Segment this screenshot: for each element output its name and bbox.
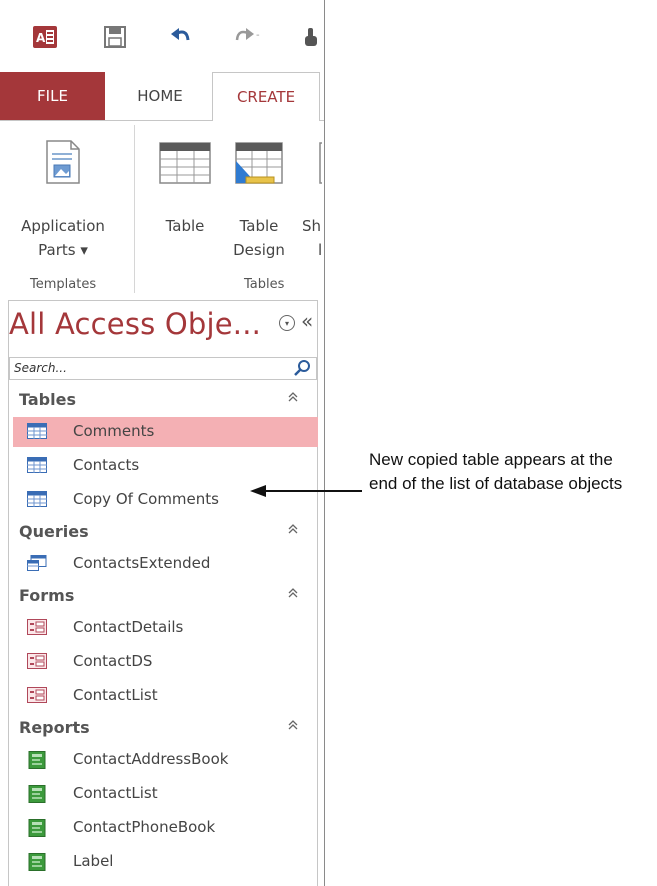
report-icon	[27, 853, 47, 871]
tab-file[interactable]: FILE	[0, 72, 105, 120]
sharepoint-lists-label-2: l	[318, 241, 323, 259]
nav-item-label: ContactDS	[73, 652, 153, 670]
undo-icon[interactable]	[166, 22, 196, 52]
save-icon[interactable]	[100, 22, 130, 52]
sharepoint-lists-label-1: Sh	[302, 217, 322, 235]
tables-group-label: Tables	[244, 277, 285, 292]
table-label: Table	[165, 217, 205, 235]
nav-item-label: ContactDetails	[73, 618, 184, 636]
templates-group-label: Templates	[30, 277, 97, 292]
nav-item-label: Contacts	[73, 456, 140, 474]
redo-icon[interactable]: -	[230, 22, 264, 52]
nav-item[interactable]: ContactList	[13, 681, 318, 711]
access-logo-icon[interactable]: A	[30, 22, 60, 52]
nav-item-label: ContactList	[73, 784, 158, 802]
search-input[interactable]: Search...	[9, 357, 317, 380]
nav-group-header-forms[interactable]: Forms	[9, 583, 317, 611]
table-icon	[27, 491, 47, 507]
form-icon	[27, 619, 47, 635]
nav-item[interactable]: Label	[13, 847, 318, 877]
nav-pane-title[interactable]: All Access Obje...	[9, 307, 261, 341]
application-parts-label-2: Parts ▾	[38, 241, 88, 259]
nav-group-label: Queries	[19, 522, 89, 541]
form-icon	[27, 687, 47, 703]
svg-text:A: A	[36, 31, 46, 45]
collapse-group-icon[interactable]	[287, 719, 299, 733]
quick-access-toolbar: A -	[0, 0, 324, 72]
nav-group-label: Tables	[19, 390, 76, 409]
report-icon	[27, 785, 47, 803]
nav-item-label: ContactPhoneBook	[73, 818, 216, 836]
nav-item[interactable]: Comments	[13, 417, 318, 447]
form-icon	[27, 653, 47, 669]
table-button[interactable]: Table	[150, 139, 220, 238]
nav-item-label: Comments	[73, 422, 155, 440]
nav-item-label: ContactAddressBook	[73, 750, 229, 768]
touch-mode-icon[interactable]	[296, 22, 324, 52]
nav-item[interactable]: ContactsExtended	[13, 549, 318, 579]
callout-line-1: New copied table appears at the	[369, 450, 613, 469]
nav-group-header-queries[interactable]: Queries	[9, 519, 317, 547]
group-divider	[134, 125, 135, 293]
sharepoint-lists-button[interactable]: Sh l	[302, 139, 324, 262]
collapse-group-icon[interactable]	[287, 587, 299, 601]
tab-home[interactable]: HOME	[112, 72, 208, 120]
nav-item[interactable]: ContactDetails	[13, 613, 318, 643]
query-icon	[27, 555, 47, 571]
nav-group-header-tables[interactable]: Tables	[9, 387, 317, 415]
table-icon	[159, 142, 211, 184]
search-icon[interactable]	[293, 359, 313, 379]
table-design-icon	[235, 142, 283, 184]
nav-menu-dropdown-icon[interactable]: ▾	[279, 315, 295, 331]
callout-annotation: New copied table appears at the end of t…	[369, 448, 622, 496]
report-icon	[27, 819, 47, 837]
svg-text:-: -	[256, 30, 260, 41]
tab-create[interactable]: CREATE	[212, 72, 320, 121]
nav-item-label: ContactList	[73, 686, 158, 704]
callout-line-2: end of the list of database objects	[369, 474, 623, 493]
nav-item[interactable]: ContactPhoneBook	[13, 813, 318, 843]
application-parts-button[interactable]: Application Parts ▾	[8, 139, 118, 262]
application-parts-label-1: Application	[21, 217, 105, 235]
nav-item-label: ContactsExtended	[73, 554, 211, 572]
shutter-bar-collapse-icon[interactable]: «	[301, 309, 313, 333]
nav-item[interactable]: ContactAddressBook	[13, 745, 318, 775]
table-icon	[27, 423, 47, 439]
ribbon-tabs: FILE HOME CREATE	[0, 72, 324, 121]
collapse-group-icon[interactable]	[287, 391, 299, 405]
access-window: A - FILE HOME CREATE Application Parts ▾…	[0, 0, 325, 886]
callout-arrow	[250, 485, 362, 497]
navigation-pane: All Access Obje... ▾ « Search... Tables C…	[8, 300, 318, 886]
nav-group-label: Forms	[19, 586, 75, 605]
nav-item-label: Label	[73, 852, 114, 870]
collapse-group-icon[interactable]	[287, 523, 299, 537]
nav-item[interactable]: ContactDS	[13, 647, 318, 677]
table-design-button[interactable]: Table Design	[226, 139, 292, 262]
table-design-label-2: Design	[233, 241, 285, 259]
report-icon	[27, 751, 47, 769]
nav-group-header-reports[interactable]: Reports	[9, 715, 317, 743]
nav-item[interactable]: Contacts	[13, 451, 318, 481]
application-parts-icon	[46, 140, 80, 184]
table-icon	[27, 457, 47, 473]
sharepoint-lists-icon	[319, 142, 324, 184]
nav-item-label: Copy Of Comments	[73, 490, 219, 508]
table-design-label-1: Table	[239, 217, 279, 235]
nav-group-label: Reports	[19, 718, 90, 737]
ribbon: Application Parts ▾ Templates Table Tabl…	[0, 120, 324, 299]
nav-item[interactable]: ContactList	[13, 779, 318, 809]
